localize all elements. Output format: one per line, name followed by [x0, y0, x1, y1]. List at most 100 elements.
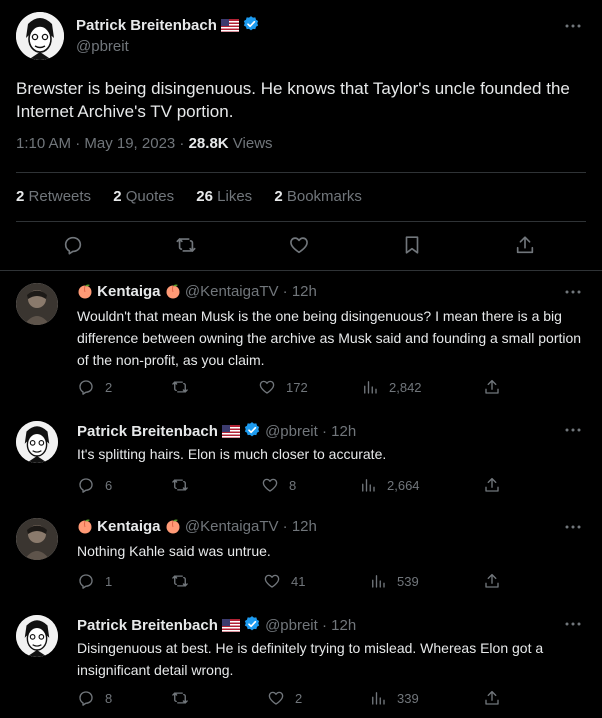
main-tweet-actions	[0, 232, 602, 260]
retweet-button[interactable]	[171, 572, 189, 590]
reply-icon	[77, 689, 95, 707]
reply-button[interactable]: 2	[77, 378, 112, 396]
reply-icon	[77, 476, 95, 494]
avatar[interactable]	[16, 518, 58, 560]
avatar[interactable]	[16, 12, 64, 60]
more-icon[interactable]	[564, 518, 582, 536]
reply-actions: 1 41 539	[77, 572, 517, 592]
views-button[interactable]: 339	[369, 689, 419, 707]
views-icon	[361, 378, 379, 396]
reply-button[interactable]: 1	[77, 572, 112, 590]
share-icon[interactable]	[514, 234, 536, 256]
reply-text: It's splitting hairs. Elon is much close…	[77, 446, 387, 462]
author-handle[interactable]: @pbreit	[76, 38, 260, 56]
views-button[interactable]: 2,842	[361, 378, 422, 396]
author-name[interactable]: Patrick Breitenbach	[77, 423, 218, 440]
likes-stat[interactable]: 26 Likes	[196, 188, 252, 205]
divider	[16, 172, 586, 173]
retweet-button[interactable]	[171, 689, 189, 707]
author-name[interactable]: Patrick Breitenbach	[77, 617, 218, 634]
share-icon[interactable]	[483, 689, 501, 707]
likes-count: 26	[196, 188, 213, 205]
views-icon	[359, 476, 377, 494]
views-button[interactable]: 539	[369, 572, 419, 590]
reply-icon[interactable]	[62, 234, 84, 256]
reply-button[interactable]: 6	[77, 476, 112, 494]
reply-icon	[77, 378, 95, 396]
more-icon[interactable]	[564, 283, 582, 301]
reply-text: Disingenuous at best. He is definitely t…	[77, 640, 544, 678]
peach-icon	[165, 518, 181, 534]
views-icon	[369, 689, 387, 707]
like-icon[interactable]	[288, 234, 310, 256]
author-handle[interactable]: @pbreit	[265, 617, 318, 634]
verified-icon	[243, 421, 261, 439]
views-count: 2,664	[387, 477, 420, 493]
like-button[interactable]: 8	[261, 476, 296, 494]
avatar[interactable]	[16, 615, 58, 657]
share-icon[interactable]	[483, 476, 501, 494]
views-count: 339	[397, 690, 419, 706]
views-icon	[369, 572, 387, 590]
retweets-stat[interactable]: 2 Retweets	[16, 188, 91, 205]
reply-tweet[interactable]: Kentaiga @KentaigaTV · 12h Nothing Kahle…	[0, 518, 602, 593]
like-button[interactable]: 41	[263, 572, 305, 590]
reply-time[interactable]: · 12h	[322, 423, 356, 440]
retweet-button[interactable]	[171, 378, 189, 396]
retweets-count: 2	[16, 188, 25, 205]
reply-time[interactable]: · 12h	[283, 283, 317, 300]
views-count: 2,842	[389, 379, 422, 395]
retweet-icon	[171, 689, 189, 707]
peach-icon	[165, 283, 181, 299]
us-flag-icon	[221, 619, 240, 632]
author-name[interactable]: Patrick Breitenbach	[76, 17, 217, 34]
avatar[interactable]	[16, 421, 58, 463]
tweet-thread: Patrick Breitenbach @pbreit Brewster is …	[0, 0, 602, 718]
like-count: 2	[295, 690, 303, 706]
views-button[interactable]: 2,664	[359, 476, 420, 494]
reply-time[interactable]: · 12h	[283, 518, 317, 535]
reply-tweet[interactable]: Kentaiga @KentaigaTV · 12h Wouldn't that…	[0, 283, 602, 399]
reply-time[interactable]: · 12h	[322, 617, 356, 634]
more-icon[interactable]	[564, 615, 582, 633]
views-count: 539	[397, 573, 419, 589]
author-header: Patrick Breitenbach @pbreit	[76, 15, 260, 56]
us-flag-icon	[221, 425, 240, 438]
likes-label: Likes	[217, 188, 253, 205]
reply-count: 6	[105, 477, 113, 493]
author-handle[interactable]: @KentaigaTV	[185, 283, 279, 300]
quotes-stat[interactable]: 2 Quotes	[113, 188, 174, 205]
bookmark-icon[interactable]	[401, 234, 423, 256]
more-icon[interactable]	[564, 421, 582, 439]
share-icon[interactable]	[483, 378, 501, 396]
reply-tweet[interactable]: Patrick Breitenbach @pbreit · 12h It's s…	[0, 421, 602, 496]
retweet-button[interactable]	[171, 476, 189, 494]
reply-actions: 6 8 2,664	[77, 476, 517, 496]
like-button[interactable]: 2	[267, 689, 302, 707]
reply-button[interactable]: 8	[77, 689, 112, 707]
like-button[interactable]: 172	[258, 378, 308, 396]
retweets-label: Retweets	[28, 188, 92, 205]
reply-icon	[77, 572, 95, 590]
more-icon[interactable]	[564, 17, 582, 35]
tweet-time[interactable]: 1:10 AM · May 19, 2023 ·	[16, 135, 189, 152]
like-icon	[261, 476, 279, 494]
retweet-icon[interactable]	[175, 234, 197, 256]
bookmarks-count: 2	[274, 188, 283, 205]
author-name[interactable]: Kentaiga	[97, 283, 160, 300]
reply-tweet[interactable]: Patrick Breitenbach @pbreit · 12h Dising…	[0, 615, 602, 715]
author-handle[interactable]: @pbreit	[265, 423, 318, 440]
reply-header: Patrick Breitenbach @pbreit · 12h	[77, 421, 356, 441]
verified-icon	[243, 615, 261, 633]
author-handle[interactable]: @KentaigaTV	[185, 518, 279, 535]
reply-text: Wouldn't that mean Musk is the one being…	[77, 308, 582, 368]
views-label: Views	[228, 135, 273, 152]
avatar[interactable]	[16, 283, 58, 325]
reply-actions: 2 172 2,842	[77, 378, 517, 398]
author-name[interactable]: Kentaiga	[97, 518, 160, 535]
share-icon[interactable]	[483, 572, 501, 590]
bookmarks-stat[interactable]: 2 Bookmarks	[274, 188, 362, 205]
reply-count: 2	[105, 379, 113, 395]
quotes-label: Quotes	[125, 188, 175, 205]
like-icon	[263, 572, 281, 590]
